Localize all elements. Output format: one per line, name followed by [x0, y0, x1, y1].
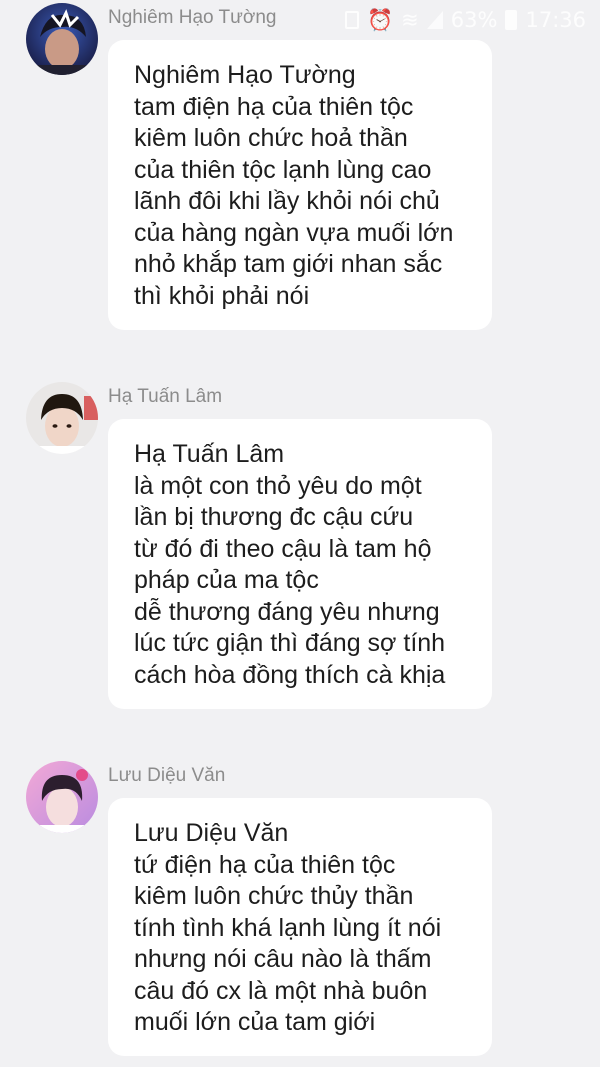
- battery-icon: [505, 10, 518, 30]
- message-line: tính tình khá lạnh lùng ít nói: [134, 913, 442, 942]
- message-line: dễ thương đáng yêu nhưng: [134, 597, 440, 626]
- message-line: kiêm luôn chức thủy thần: [134, 882, 414, 910]
- message-line: Nghiêm Hạo Tường: [134, 61, 356, 89]
- message-line: câu đó cx là một nhà buôn: [134, 976, 428, 1005]
- sender-name: Hạ Tuấn Lâm: [108, 386, 223, 407]
- message-line: của hàng ngàn vựa muối lớn: [134, 218, 454, 247]
- message-line: tam điện hạ của thiên tộc: [134, 92, 414, 121]
- avatar-nghiem-hao-tuong-icon: [26, 3, 98, 75]
- message-line: nhưng nói câu nào là thấm: [134, 945, 432, 973]
- message-line: cách hòa đồng thích cà khịa: [134, 660, 446, 689]
- avatar[interactable]: [26, 761, 98, 833]
- message-bubble[interactable]: Lưu Diệu Văn tứ điện hạ của thiên tộc ki…: [108, 798, 492, 1056]
- message-line: của thiên tộc lạnh lùng cao: [134, 155, 432, 184]
- wifi-icon: ≋: [401, 8, 419, 32]
- status-bar: ⏰ ≋ 63% 17:36: [345, 0, 586, 40]
- signal-icon: [426, 11, 443, 29]
- message-line: lãnh đôi khi lầy khỏi nói chủ: [134, 187, 440, 215]
- message-bubble[interactable]: Nghiêm Hạo Tường tam điện hạ của thiên t…: [108, 40, 492, 330]
- message-line: nhỏ khắp tam giới nhan sắc: [134, 250, 443, 278]
- avatar[interactable]: [26, 3, 98, 75]
- message-bubble[interactable]: Hạ Tuấn Lâm là một con thỏ yêu do một lầ…: [108, 419, 492, 709]
- sender-name: Lưu Diệu Văn: [108, 765, 226, 786]
- image-icon: [345, 11, 360, 29]
- alarm-icon: ⏰: [367, 7, 394, 32]
- message-line: muối lớn của tam giới: [134, 1008, 376, 1036]
- message-line: Lưu Diệu Văn: [134, 819, 289, 847]
- clock-time: 17:36: [525, 8, 586, 32]
- message-line: từ đó đi theo cậu là tam hộ: [134, 534, 432, 563]
- message-line: kiêm luôn chức hoả thần: [134, 124, 408, 152]
- message-line: lần bị thương đc cậu cứu: [134, 503, 414, 531]
- avatar[interactable]: [26, 382, 98, 454]
- avatar-ha-tuan-lam-icon: [26, 382, 98, 454]
- sender-name: Nghiêm Hạo Tường: [108, 7, 277, 28]
- avatar-luu-dieu-van-icon: [26, 761, 98, 833]
- message-line: Hạ Tuấn Lâm: [134, 440, 285, 468]
- message-line: tứ điện hạ của thiên tộc: [134, 850, 396, 879]
- message-line: là một con thỏ yêu do một: [134, 471, 422, 500]
- message-line: pháp của ma tộc: [134, 566, 319, 594]
- message-line: lúc tức giận thì đáng sợ tính: [134, 629, 446, 657]
- message-line: thì khỏi phải nói: [134, 281, 310, 310]
- battery-percent: 63%: [450, 8, 498, 32]
